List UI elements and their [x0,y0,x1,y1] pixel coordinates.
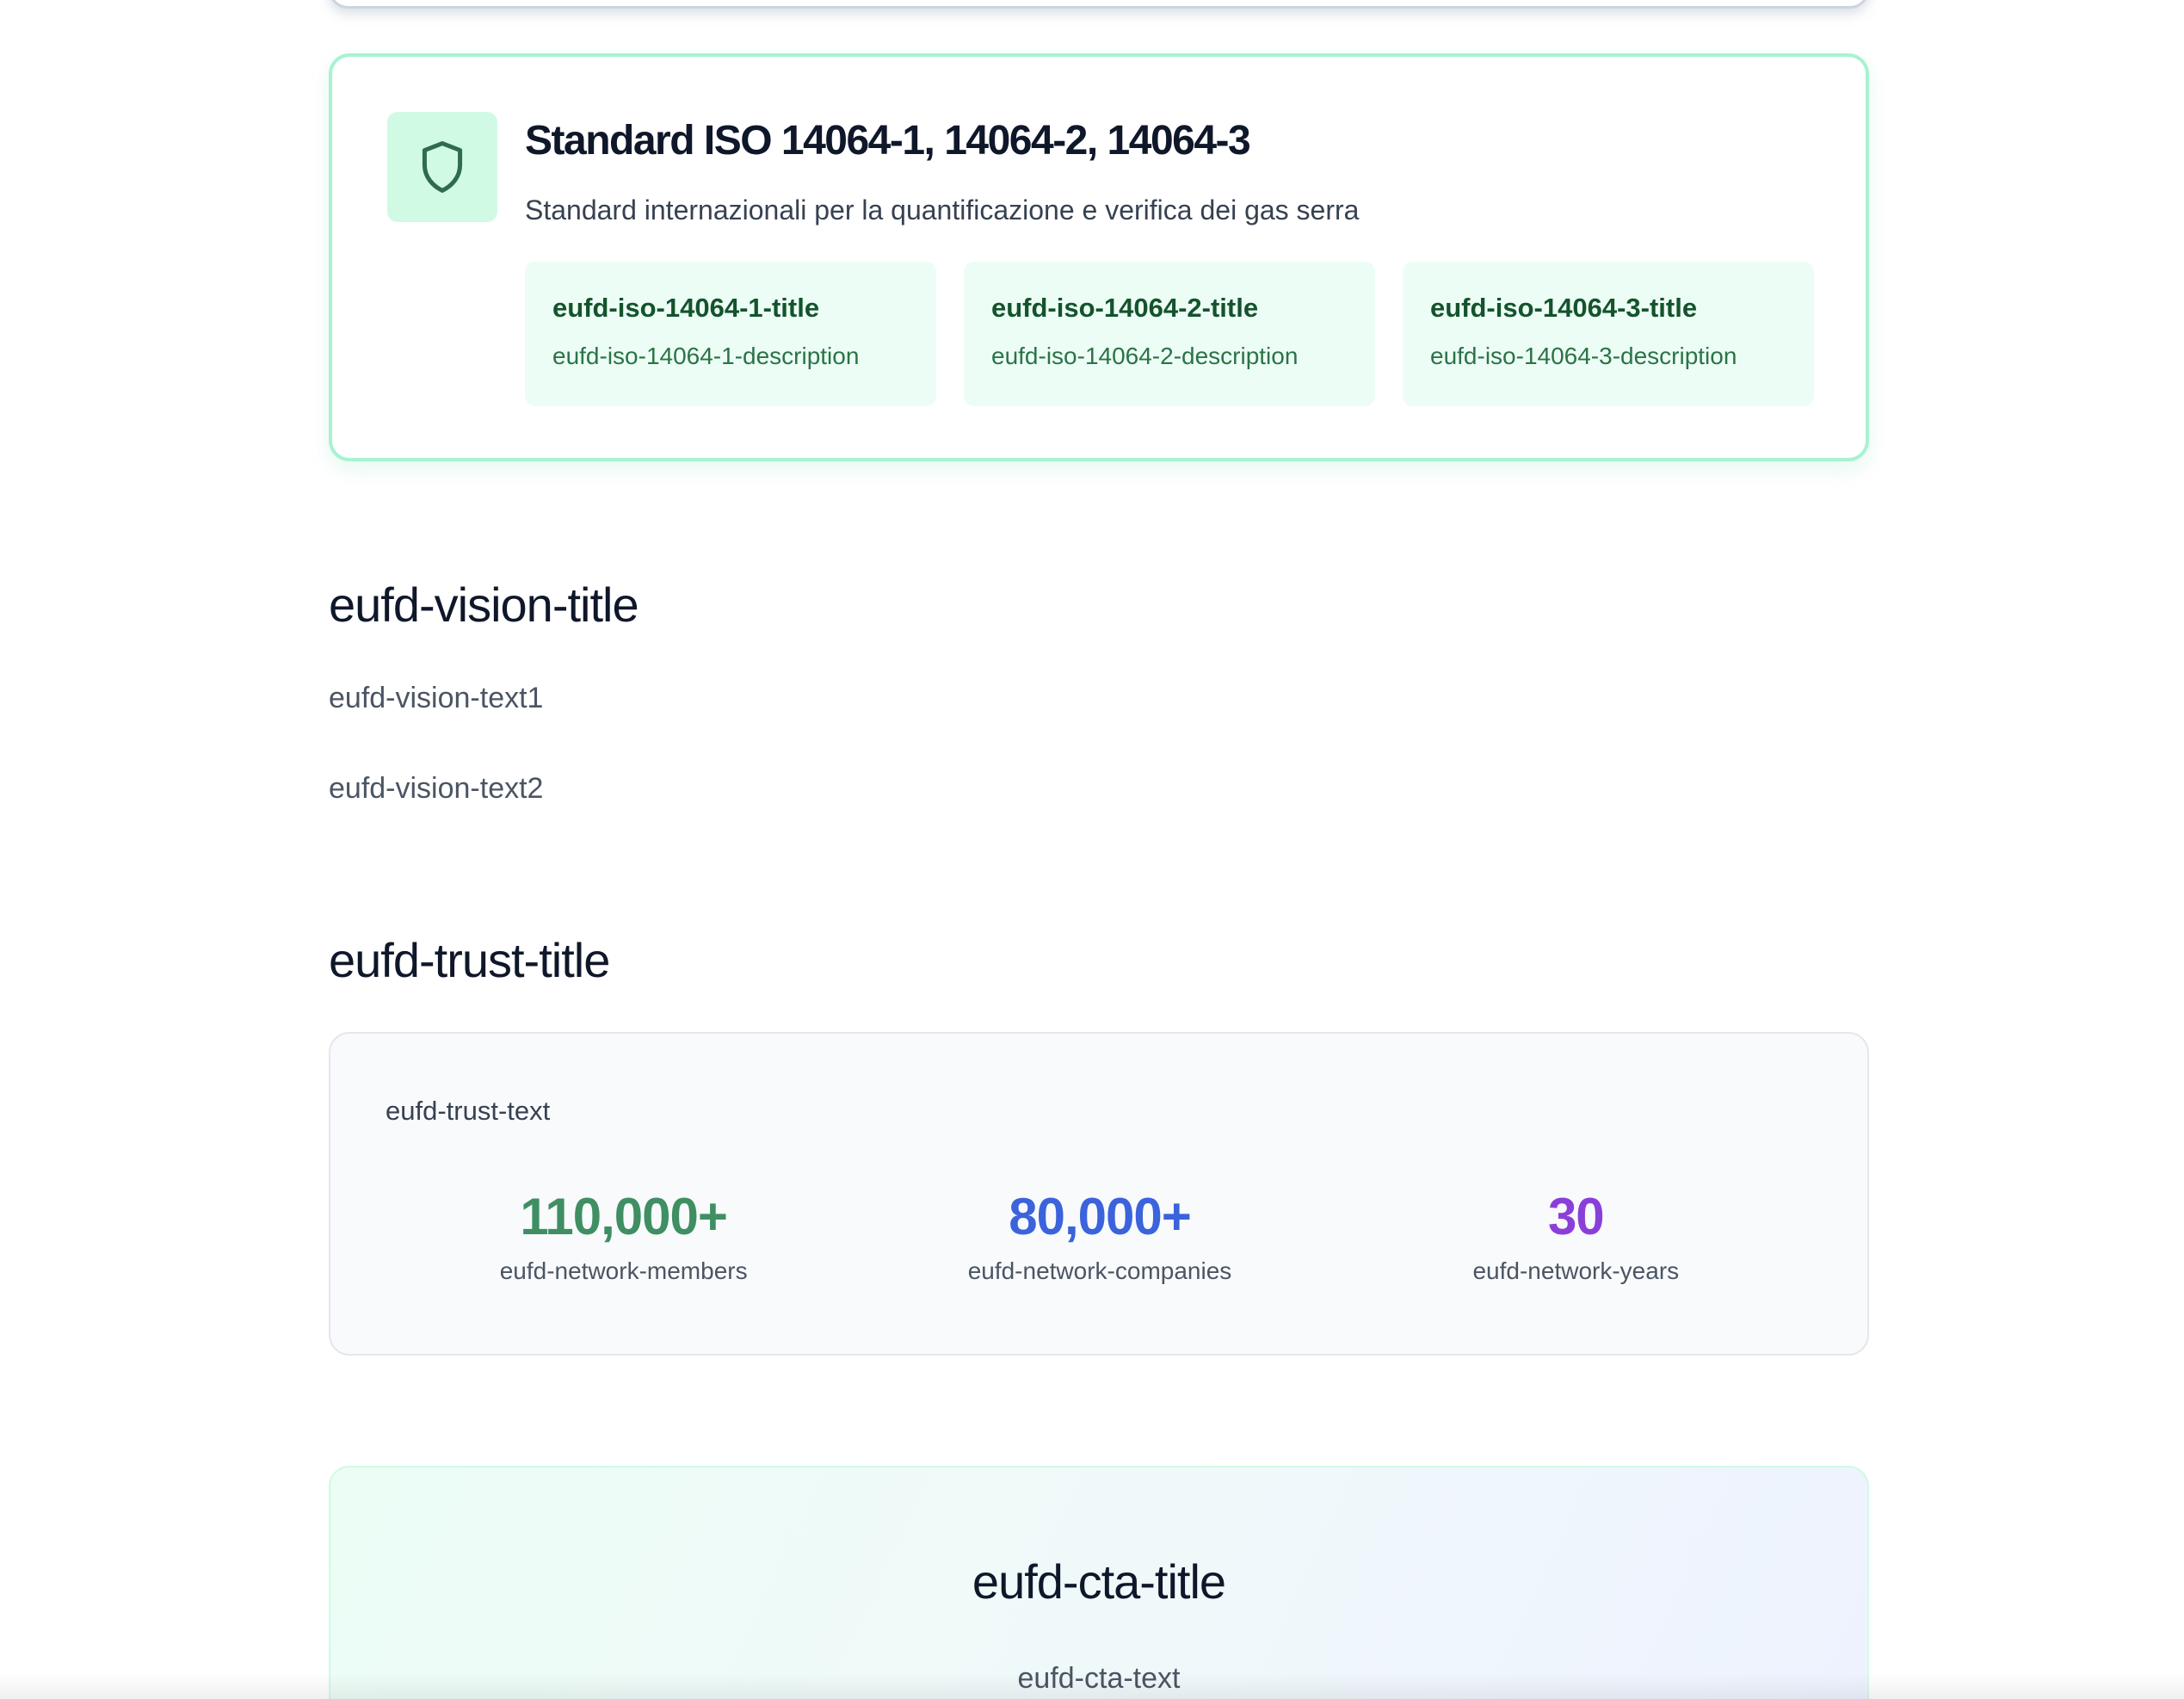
shield-icon [387,112,497,222]
trust-title: eufd-trust-title [329,933,610,987]
vision-text-2: eufd-vision-text2 [329,772,544,805]
iso-item-title: eufd-iso-14064-3-title [1430,293,1698,323]
iso-title: Standard ISO 14064-1, 14064-2, 14064-3 [525,118,1251,164]
iso-item-description: eufd-iso-14064-3-description [1430,343,1737,369]
page: Standard ISO 14064-1, 14064-2, 14064-3 S… [0,0,2184,1699]
previous-card [329,0,1869,9]
iso-items: eufd-iso-14064-1-title eufd-iso-14064-1-… [525,262,1814,406]
iso-item-description: eufd-iso-14064-1-description [552,343,860,369]
stat-value: 110,000+ [520,1188,728,1245]
stat-companies: 80,000+ eufd-network-companies [861,1189,1337,1285]
iso-item: eufd-iso-14064-1-title eufd-iso-14064-1-… [525,262,936,406]
stat-value: 30 [1547,1188,1605,1245]
trust-card: eufd-trust-text 110,000+ eufd-network-me… [329,1032,1869,1356]
trust-text: eufd-trust-text [386,1096,551,1126]
stat-value: 80,000+ [1009,1188,1192,1245]
vision-title: eufd-vision-title [329,578,639,632]
iso-item: eufd-iso-14064-2-title eufd-iso-14064-2-… [964,262,1375,406]
cta-title: eufd-cta-title [972,1554,1226,1609]
scroll-shadow [0,1673,2184,1699]
stat-members: 110,000+ eufd-network-members [386,1189,861,1285]
cta-card: eufd-cta-title eufd-cta-text [329,1466,1869,1699]
iso-item-description: eufd-iso-14064-2-description [991,343,1299,369]
iso-subtitle: Standard internazionali per la quantific… [525,195,1360,226]
iso-item: eufd-iso-14064-3-title eufd-iso-14064-3-… [1403,262,1814,406]
stat-years: 30 eufd-network-years [1338,1189,1814,1285]
stat-label: eufd-network-companies [967,1257,1232,1284]
network-stats: 110,000+ eufd-network-members 80,000+ eu… [386,1189,1814,1285]
iso-standards-card: Standard ISO 14064-1, 14064-2, 14064-3 S… [329,53,1869,461]
vision-text-1: eufd-vision-text1 [329,682,544,714]
iso-item-title: eufd-iso-14064-2-title [991,293,1259,323]
iso-item-title: eufd-iso-14064-1-title [552,293,820,323]
stat-label: eufd-network-members [499,1257,748,1284]
stat-label: eufd-network-years [1472,1257,1680,1284]
